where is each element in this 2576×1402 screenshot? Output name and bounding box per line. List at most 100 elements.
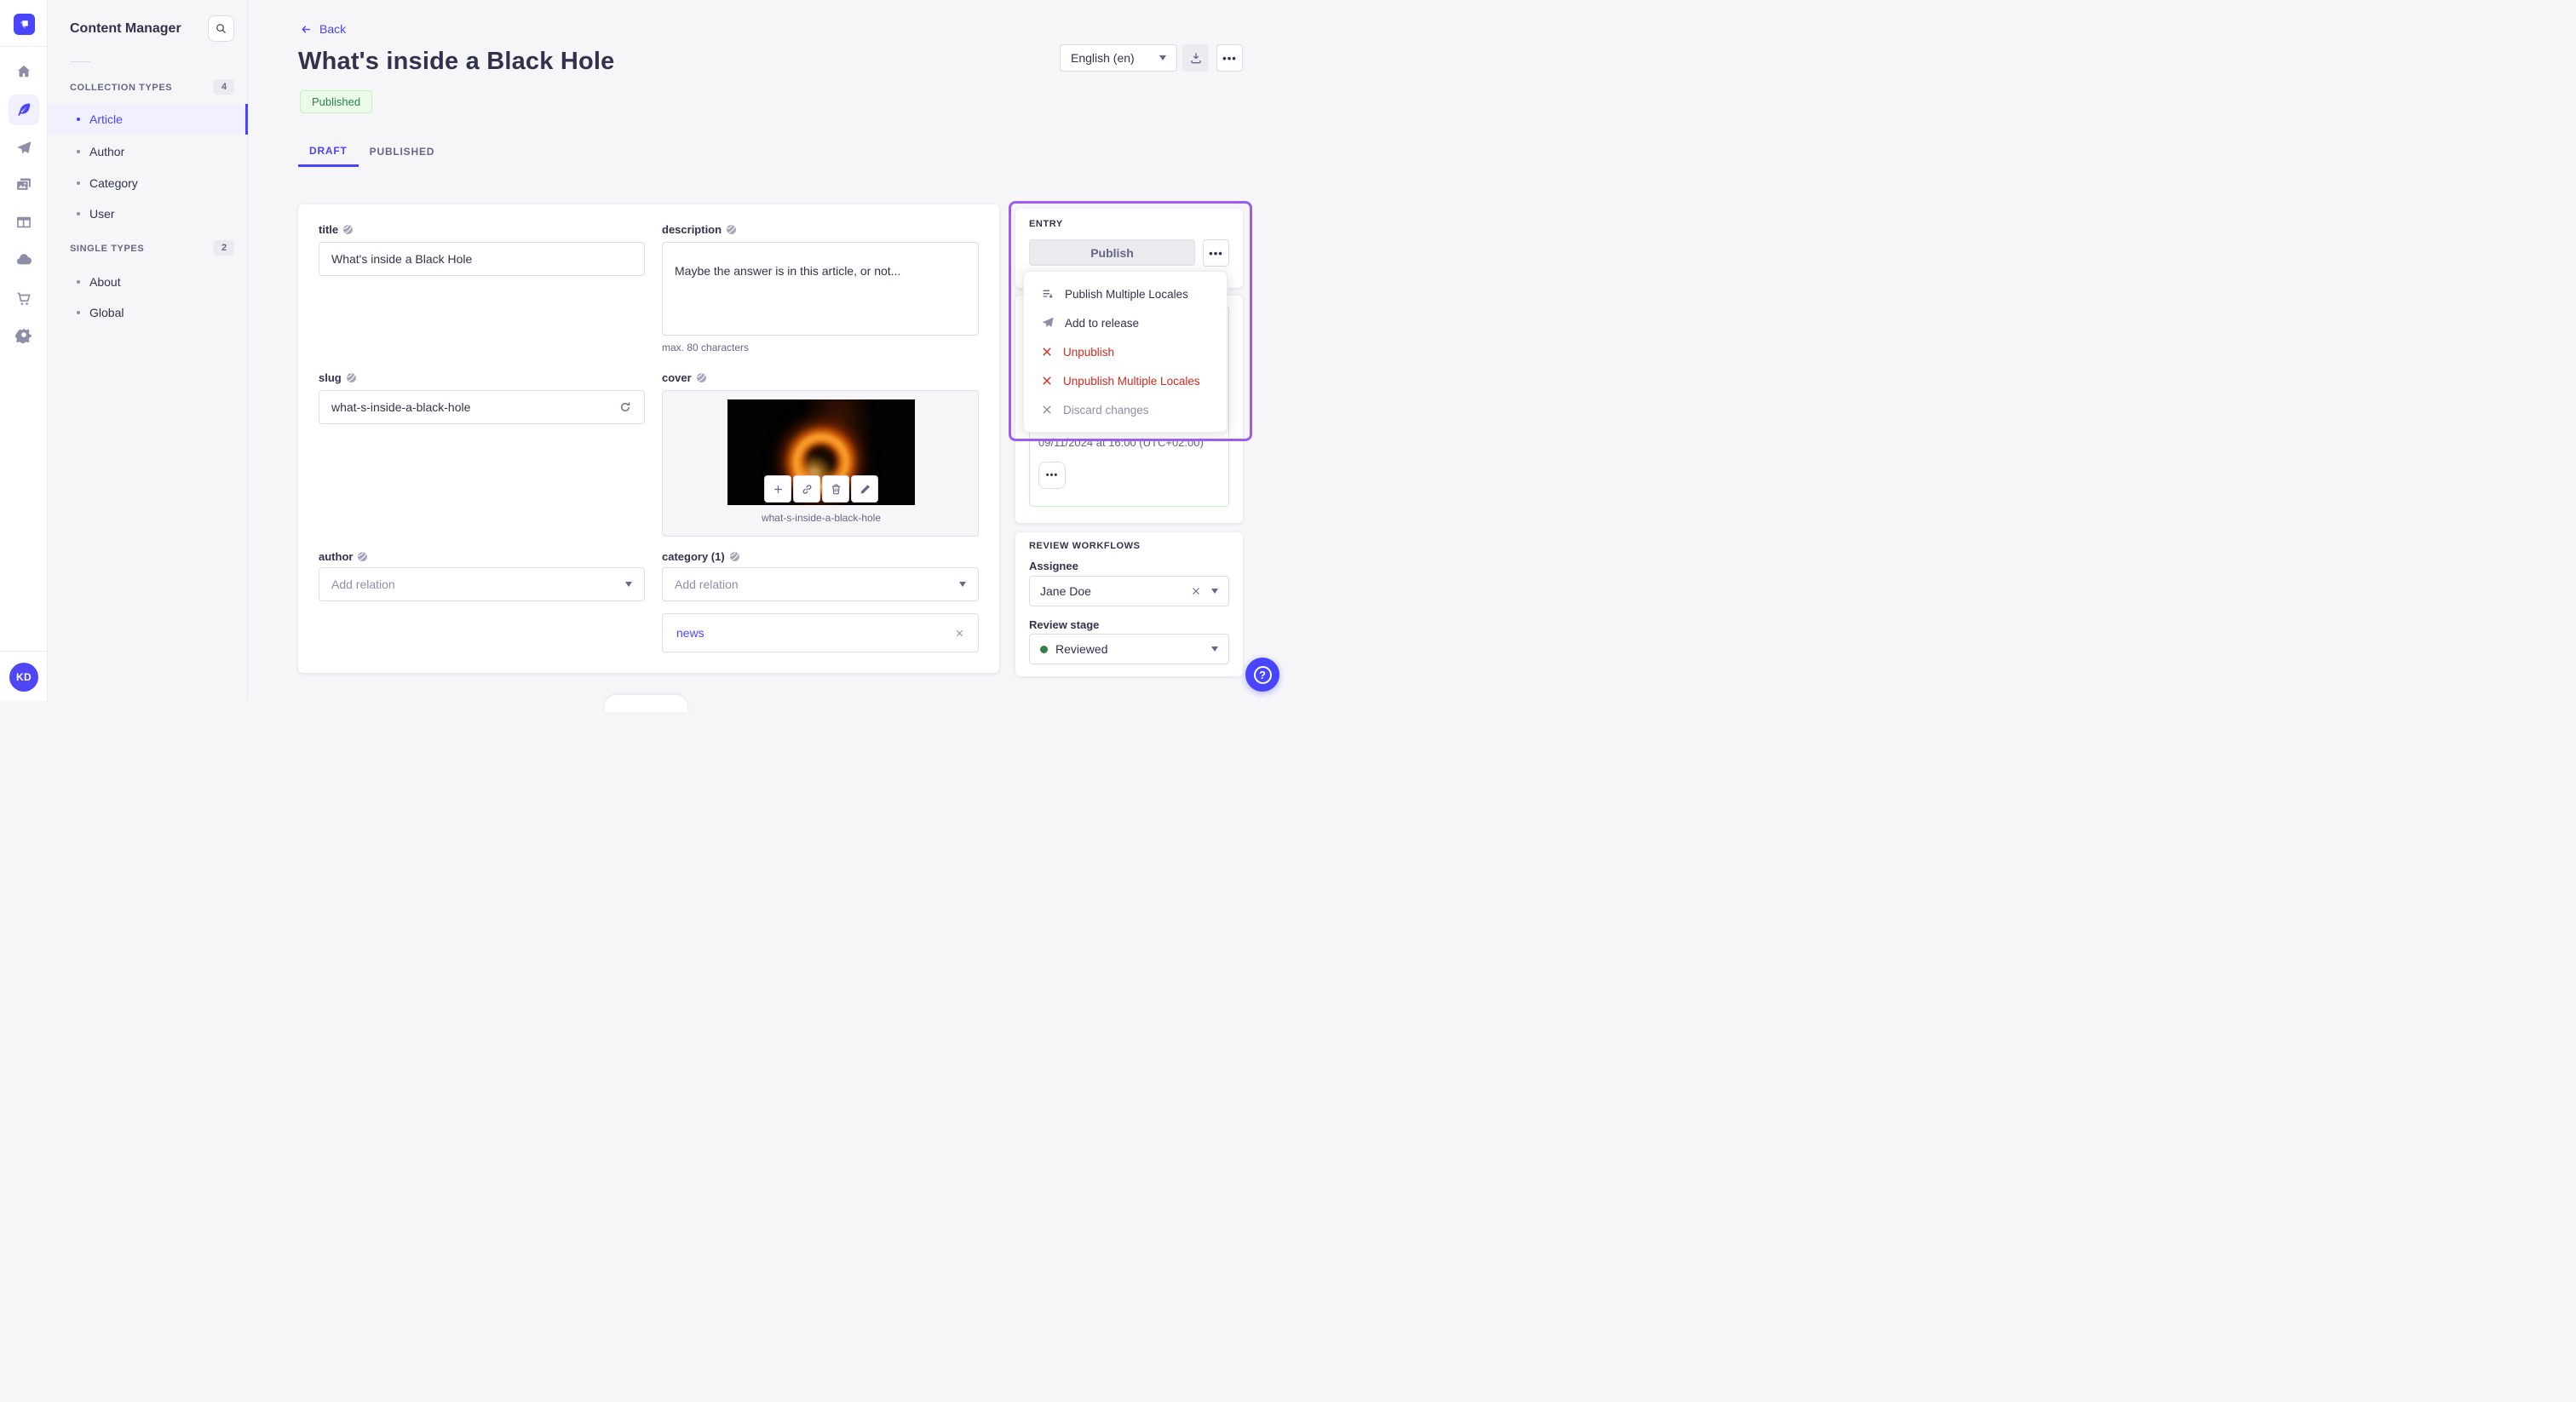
ellipsis-icon: ••• [1045, 469, 1059, 480]
chevron-down-icon [625, 582, 632, 587]
bullet-icon [77, 311, 80, 314]
media-library-icon[interactable] [15, 176, 32, 193]
add-media-button[interactable] [764, 475, 791, 503]
sidebar-item-label: Article [89, 112, 123, 126]
globe-icon [358, 552, 368, 561]
sidebar-item-category[interactable]: Category [48, 168, 248, 198]
sidebar-item-label: Global [89, 306, 124, 319]
field-label-text: author [319, 550, 354, 563]
assignee-label: Assignee [1029, 560, 1078, 572]
description-textarea[interactable]: Maybe the answer is in this article, or … [662, 242, 979, 336]
assignee-combobox[interactable]: Jane Doe [1029, 576, 1229, 606]
avatar[interactable]: KD [9, 663, 38, 692]
search-button[interactable] [208, 15, 234, 42]
chevron-down-icon [1211, 646, 1218, 652]
sidebar-item-author[interactable]: Author [48, 136, 248, 167]
bullet-icon [77, 280, 80, 284]
menu-item-label: Add to release [1065, 316, 1140, 330]
sidebar-item-article[interactable]: Article [48, 104, 248, 135]
field-label-text: title [319, 223, 339, 236]
author-relation-select[interactable]: Add relation [319, 567, 645, 601]
export-button[interactable] [1182, 44, 1209, 72]
cover-caption: what-s-inside-a-black-hole [761, 512, 882, 524]
content-type-builder-icon[interactable] [15, 214, 32, 231]
field-label-text: description [662, 223, 722, 236]
title-input[interactable]: What's inside a Black Hole [319, 242, 645, 276]
review-stage-combobox[interactable]: Reviewed [1029, 634, 1229, 664]
chevron-down-icon [1159, 55, 1166, 60]
search-icon [216, 24, 226, 33]
locale-select[interactable]: English (en) [1060, 44, 1177, 72]
cover-media-panel: what-s-inside-a-black-hole [662, 390, 979, 537]
relation-link-news[interactable]: news [676, 626, 704, 640]
slug-input-value: what-s-inside-a-black-hole [331, 400, 471, 414]
category-relation-item: news [662, 613, 979, 652]
entry-more-button[interactable]: ••• [1203, 239, 1229, 267]
content-manager-feather-icon[interactable] [15, 101, 32, 118]
menu-item-add-to-release[interactable]: Add to release [1024, 308, 1227, 337]
trash-icon [831, 484, 840, 494]
sidebar-item-label: About [89, 275, 121, 289]
cover-toolbar [764, 475, 878, 503]
section-collection-types: COLLECTION TYPES [70, 83, 173, 93]
title-field-label: title [319, 223, 354, 236]
cloud-icon[interactable] [15, 251, 32, 268]
clear-icon[interactable] [1191, 586, 1201, 596]
sidebar-item-about[interactable]: About [48, 267, 248, 297]
category-placeholder: Add relation [675, 577, 739, 591]
rail-divider-bottom [0, 651, 48, 652]
remove-relation-icon[interactable] [955, 629, 964, 638]
back-label: Back [319, 22, 347, 36]
copy-link-button[interactable] [793, 475, 820, 503]
tab-draft[interactable]: DRAFT [298, 136, 359, 167]
menu-item-discard-changes[interactable]: Discard changes [1024, 395, 1227, 424]
publish-button[interactable]: Publish [1029, 239, 1195, 266]
field-label-text: slug [319, 371, 342, 384]
category-field-label: category (1) [662, 550, 740, 563]
release-more-button[interactable]: ••• [1038, 462, 1066, 489]
menu-item-unpublish-multiple-locales[interactable]: Unpublish Multiple Locales [1024, 366, 1227, 395]
rail-divider [0, 46, 48, 47]
paper-plane-icon [1042, 317, 1054, 328]
title-input-value: What's inside a Black Hole [331, 252, 473, 266]
description-value: Maybe the answer is in this article, or … [675, 264, 901, 278]
back-link[interactable]: Back [300, 22, 346, 36]
field-label-text: cover [662, 371, 692, 384]
author-field-label: author [319, 550, 368, 563]
link-icon [802, 484, 811, 494]
releases-plane-icon[interactable] [15, 140, 32, 157]
sidebar-item-label: User [89, 207, 115, 221]
tab-published[interactable]: PUBLISHED [359, 136, 446, 167]
help-button[interactable] [1245, 658, 1279, 692]
strapi-logo-icon[interactable] [14, 14, 35, 35]
menu-item-label: Discard changes [1063, 403, 1149, 417]
slug-input[interactable]: what-s-inside-a-black-hole [319, 390, 645, 424]
sidebar-item-global[interactable]: Global [48, 297, 248, 328]
description-field-label: description [662, 223, 737, 236]
header-more-button[interactable]: ••• [1216, 44, 1243, 72]
marketplace-cart-icon[interactable] [15, 290, 32, 307]
menu-item-unpublish[interactable]: Unpublish [1024, 337, 1227, 366]
sidebar-item-user[interactable]: User [48, 198, 248, 229]
cross-icon [1043, 376, 1051, 385]
assignee-value: Jane Doe [1040, 584, 1091, 598]
plus-icon [773, 485, 782, 493]
review-workflows-heading: REVIEW WORKFLOWS [1029, 541, 1141, 551]
category-relation-select[interactable]: Add relation [662, 567, 979, 601]
collapsed-panel-top[interactable] [605, 695, 687, 712]
home-icon[interactable] [15, 63, 32, 80]
menu-item-publish-multiple-locales[interactable]: Publish Multiple Locales [1024, 279, 1227, 308]
question-mark-icon [1253, 665, 1272, 684]
entry-actions-menu: Publish Multiple Locales Add to release … [1023, 271, 1228, 433]
sidebar-title: Content Manager [70, 21, 181, 36]
globe-icon [346, 373, 356, 382]
slug-field-label: slug [319, 371, 357, 384]
stage-status-dot [1040, 645, 1048, 653]
regenerate-icon[interactable] [618, 400, 632, 414]
settings-gear-icon[interactable] [15, 326, 32, 343]
delete-media-button[interactable] [822, 475, 849, 503]
review-stage-value: Reviewed [1055, 642, 1108, 656]
edit-media-button[interactable] [851, 475, 878, 503]
author-placeholder: Add relation [331, 577, 395, 591]
description-hint: max. 80 characters [662, 342, 750, 353]
